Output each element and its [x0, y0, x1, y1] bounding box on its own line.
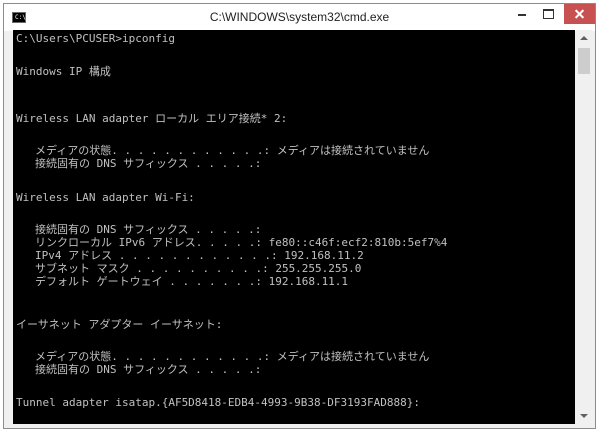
- scroll-down-arrow-icon[interactable]: [576, 408, 592, 424]
- console-line: Wireless LAN adapter ローカル エリア接続* 2:: [16, 112, 288, 125]
- minimize-button[interactable]: [510, 4, 534, 24]
- console-line: Windows IP 構成: [16, 65, 111, 78]
- console-line: Wireless LAN adapter Wi-Fi:: [16, 191, 195, 204]
- console-line: 接続固有の DNS サフィックス . . . . .:: [35, 223, 262, 236]
- console-line: メディアの状態. . . . . . . . . . . .: メディアは接続さ…: [35, 144, 430, 157]
- console-line: 接続固有の DNS サフィックス . . . . .:: [35, 363, 262, 376]
- console-line: メディアの状態. . . . . . . . . . . .: メディアは接続さ…: [35, 350, 430, 363]
- console-line: 接続固有の DNS サフィックス . . . . .:: [35, 157, 262, 170]
- console-line: デフォルト ゲートウェイ . . . . . . .: 192.168.11.1: [35, 275, 349, 288]
- maximize-button[interactable]: [537, 4, 559, 24]
- console-line: Tunnel adapter isatap.{AF5D8418-EDB4-499…: [16, 396, 420, 409]
- vertical-scrollbar[interactable]: [576, 30, 592, 424]
- console-line: C:\Users\PCUSER>ipconfig: [16, 32, 175, 45]
- console-line: IPv4 アドレス . . . . . . . . . . . .: 192.1…: [35, 249, 364, 262]
- scroll-thumb[interactable]: [578, 48, 590, 74]
- console-line: サブネット マスク . . . . . . . . . .: 255.255.2…: [35, 262, 362, 275]
- scroll-up-arrow-icon[interactable]: [576, 30, 592, 46]
- close-button[interactable]: [564, 4, 595, 24]
- console-output[interactable]: C:\Users\PCUSER>ipconfig Windows IP 構成 W…: [13, 30, 575, 424]
- title-bar[interactable]: C:\ C:\WINDOWS\system32\cmd.exe: [4, 4, 595, 31]
- console-line: イーサネット アダプター イーサネット:: [16, 318, 223, 331]
- window-title: C:\WINDOWS\system32\cmd.exe: [209, 10, 390, 24]
- console-line: リンクローカル IPv6 アドレス. . . . .: fe80::c46f:e…: [35, 236, 448, 249]
